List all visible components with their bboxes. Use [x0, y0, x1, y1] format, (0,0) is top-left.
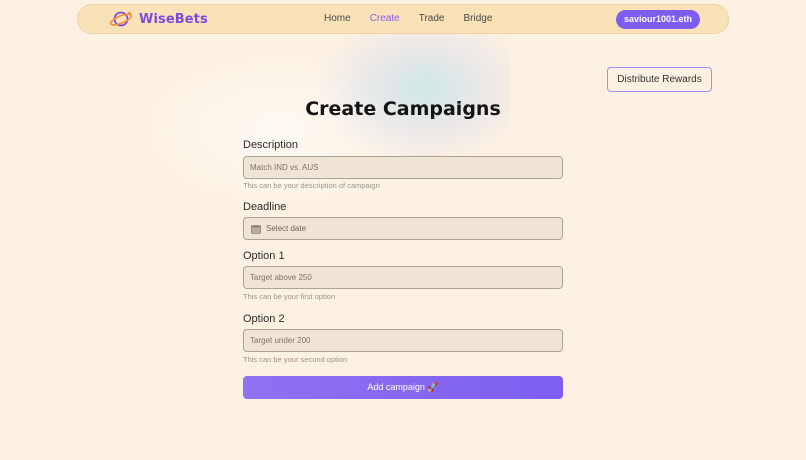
background-glow-center — [320, 30, 510, 160]
distribute-rewards-button[interactable]: Distribute Rewards — [607, 67, 712, 92]
calendar-icon — [251, 219, 261, 238]
page: WiseBets Home Create Trade Bridge saviou… — [0, 0, 806, 460]
option2-label: Option 2 — [243, 313, 285, 325]
deadline-placeholder: Select date — [266, 224, 307, 233]
option1-input[interactable] — [243, 266, 563, 289]
planet-icon — [109, 10, 133, 28]
brand-name: WiseBets — [139, 11, 208, 27]
brand-logo[interactable]: WiseBets — [109, 10, 208, 28]
nav-link-trade[interactable]: Trade — [419, 13, 445, 24]
background-glow — [120, 40, 440, 220]
nav-link-bridge[interactable]: Bridge — [463, 13, 492, 24]
nav-links: Home Create Trade Bridge — [324, 13, 511, 24]
deadline-label: Deadline — [243, 201, 287, 213]
option1-helper: This can be your first option — [243, 292, 336, 301]
option2-input[interactable] — [243, 329, 563, 352]
description-label: Description — [243, 139, 299, 151]
nav-link-create[interactable]: Create — [370, 13, 400, 24]
option2-helper: This can be your second option — [243, 355, 348, 364]
deadline-date-picker[interactable]: Select date — [243, 217, 563, 240]
description-helper: This can be your description of campaign — [243, 181, 380, 190]
description-input[interactable] — [243, 156, 563, 179]
nav-link-home[interactable]: Home — [324, 13, 351, 24]
wallet-button[interactable]: saviour1001.eth — [616, 10, 700, 29]
page-title: Create Campaigns — [305, 98, 501, 120]
navbar: WiseBets Home Create Trade Bridge saviou… — [77, 4, 729, 34]
option1-label: Option 1 — [243, 250, 285, 262]
add-campaign-button[interactable]: Add campaign 🚀 — [243, 376, 563, 399]
